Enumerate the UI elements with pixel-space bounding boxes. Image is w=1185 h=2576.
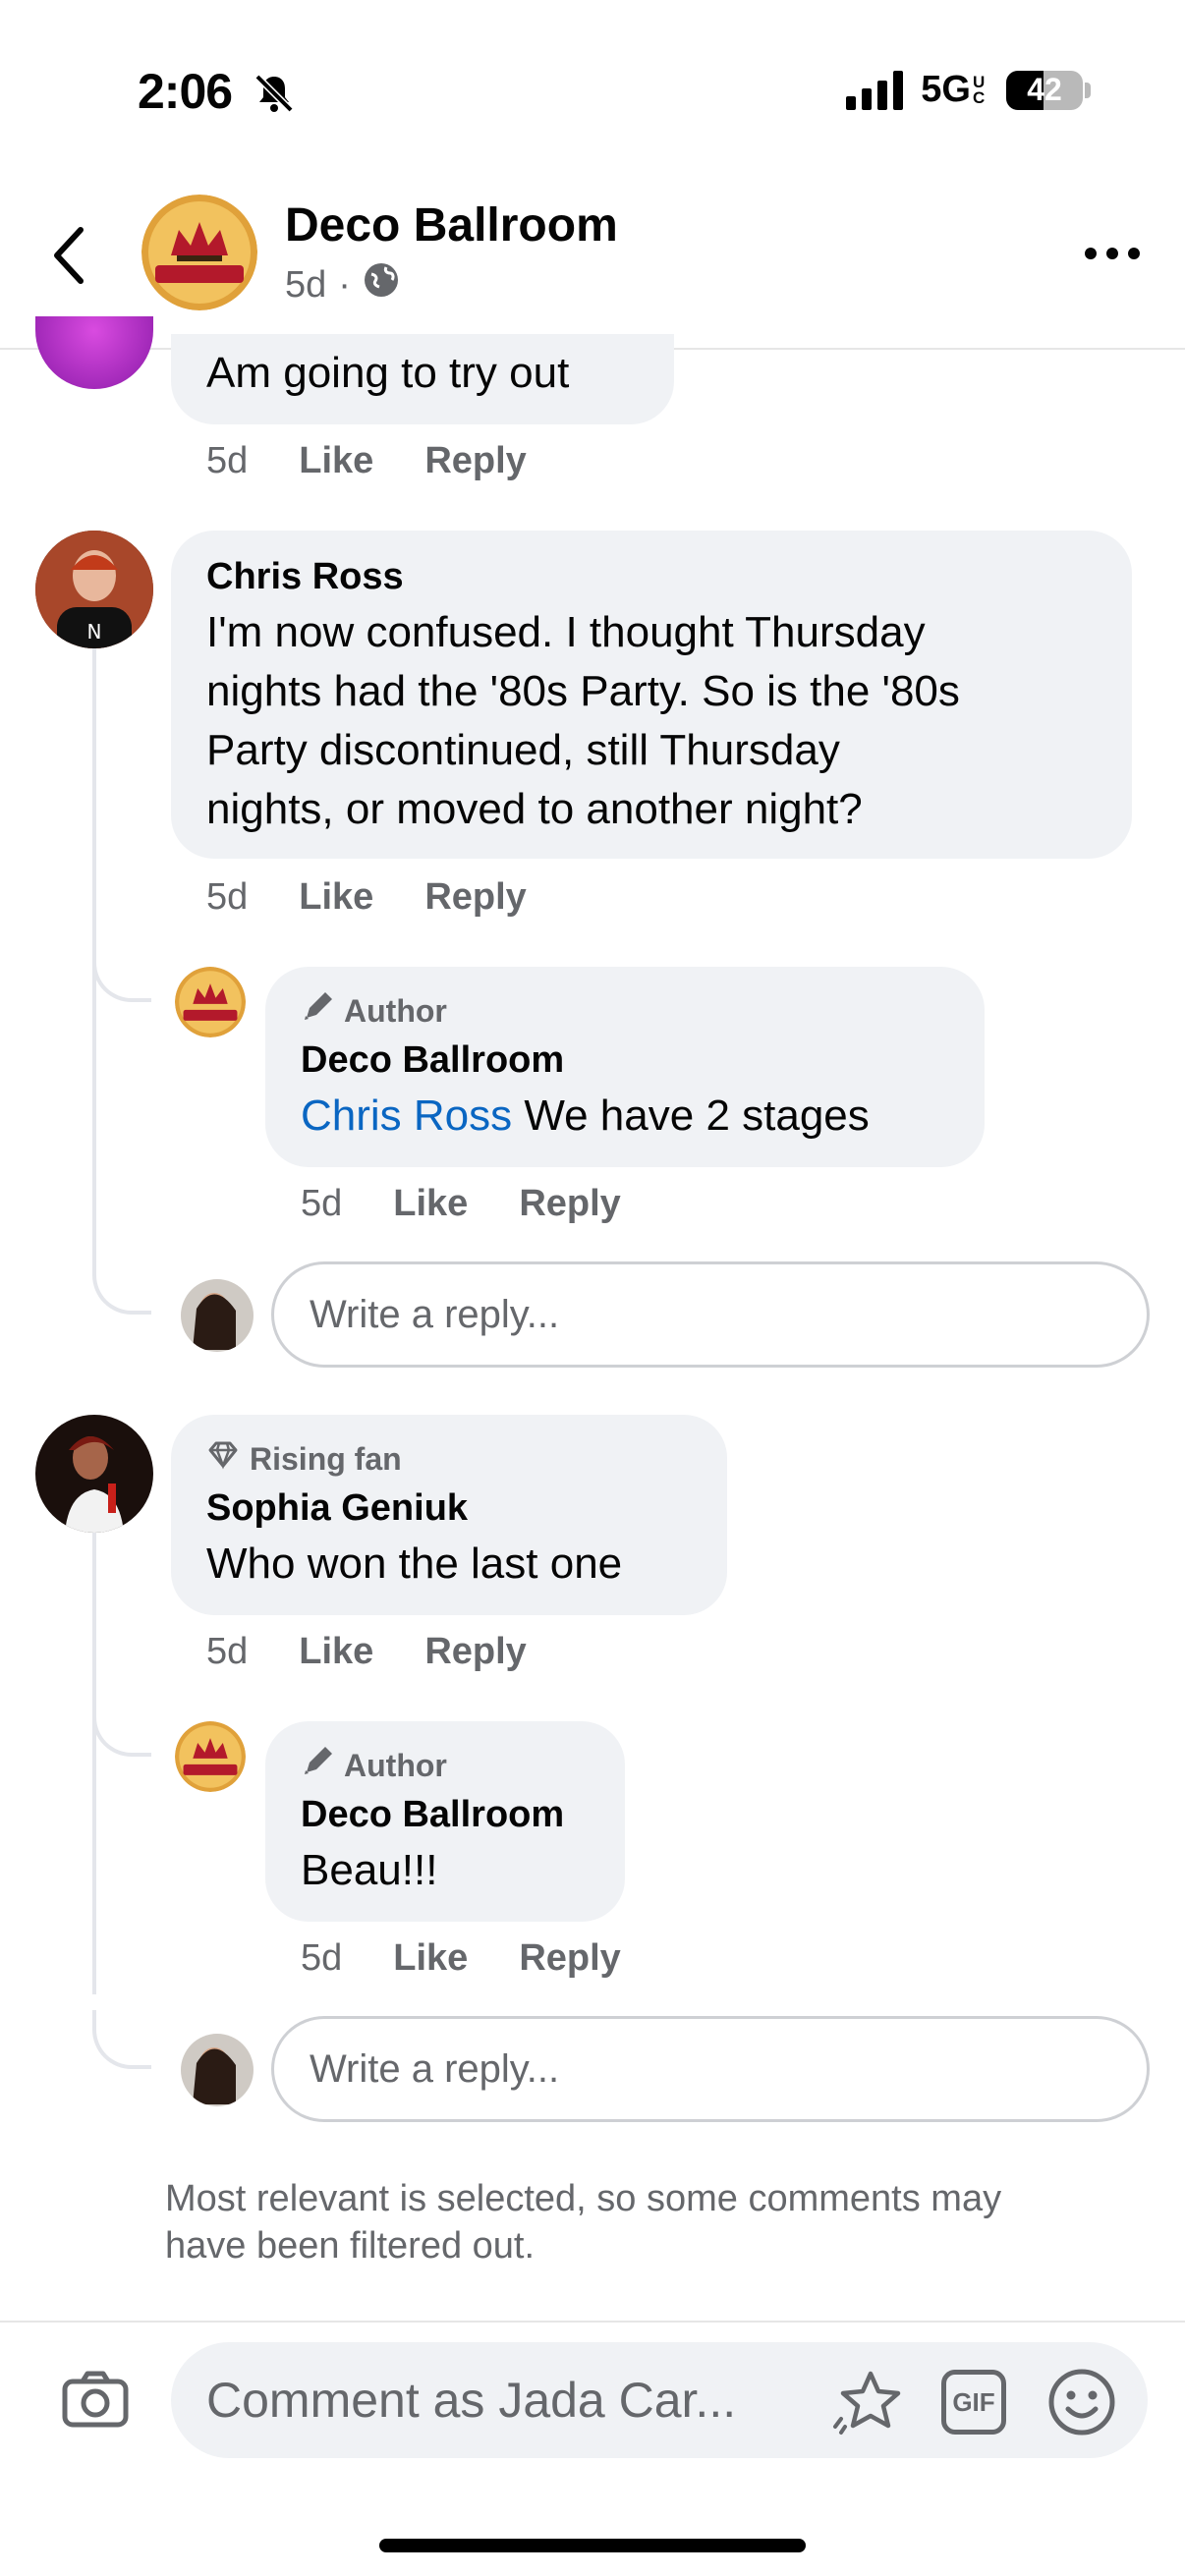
status-indicators: 5G UC 42: [846, 69, 1091, 111]
thread-connector: [92, 2010, 151, 2069]
battery-icon: 42: [1006, 70, 1083, 110]
signal-icon: [846, 70, 904, 110]
current-user-avatar: [181, 1279, 254, 1352]
reply-placeholder: Write a reply...: [310, 1292, 560, 1336]
silent-bell-icon: [252, 71, 297, 116]
commenter-avatar[interactable]: N: [35, 531, 153, 648]
filter-note: Most relevant is selected, so some comme…: [165, 2178, 1002, 2267]
commenter-avatar[interactable]: [35, 316, 153, 389]
globe-icon: [363, 261, 400, 308]
gif-icon[interactable]: GIF: [941, 2370, 1006, 2435]
comment-time: 5d: [206, 440, 249, 481]
comment-time: 5d: [206, 1631, 249, 1672]
pencil-icon: [301, 990, 334, 1032]
comment-text: Am going to try out: [206, 349, 570, 397]
current-user-avatar: [181, 2034, 254, 2106]
author-badge: Author: [301, 990, 447, 1032]
reply-button[interactable]: Reply: [519, 1937, 620, 1980]
reply-actions: 5d Like Reply: [301, 1183, 621, 1225]
battery-level: 42: [1027, 72, 1062, 107]
meta-separator: ·: [338, 263, 351, 306]
thread-line: [92, 992, 96, 1267]
gif-label: GIF: [952, 2386, 995, 2417]
reply-button[interactable]: Reply: [424, 876, 526, 919]
reply-author-name[interactable]: Deco Ballroom: [301, 1794, 564, 1836]
reply-actions: 5d Like Reply: [301, 1937, 621, 1980]
thread-connector: [92, 1698, 151, 1757]
reply-text: Beau!!!: [301, 1846, 438, 1894]
badge-label: Author: [344, 992, 447, 1029]
camera-icon[interactable]: [61, 2370, 130, 2429]
comment-actions: 5d Like Reply: [206, 876, 527, 919]
diamond-icon: [206, 1438, 240, 1480]
comment-text: Who won the last one: [206, 1540, 623, 1588]
comment-text-line: I'm now confused. I thought Thursday: [206, 608, 926, 656]
comment-text-line: nights had the '80s Party. So is the '80…: [206, 667, 960, 715]
back-icon[interactable]: [49, 224, 88, 287]
thread-connector: [92, 943, 151, 1002]
svg-text:N: N: [87, 620, 102, 644]
comment-text-line: Party discontinued, still Thursday: [206, 726, 840, 774]
author-badge: Author: [301, 1745, 447, 1786]
more-icon[interactable]: [1085, 248, 1140, 259]
commenter-name[interactable]: Chris Ross: [206, 556, 404, 598]
home-indicator: [379, 2539, 806, 2552]
reply-author-avatar[interactable]: [175, 967, 246, 1037]
comment-placeholder: Comment as Jada Car...: [206, 2373, 737, 2428]
network-label: 5G: [921, 69, 971, 110]
like-button[interactable]: Like: [393, 1937, 468, 1980]
status-time: 2:06: [138, 64, 233, 119]
like-button[interactable]: Like: [393, 1183, 468, 1225]
reply-placeholder: Write a reply...: [310, 2046, 560, 2091]
reply-time: 5d: [301, 1937, 343, 1979]
thread-connector: [92, 1256, 151, 1315]
thread-line: [92, 1533, 96, 1994]
like-button[interactable]: Like: [299, 1631, 373, 1673]
sticker-icon[interactable]: [831, 2368, 906, 2436]
reply-button[interactable]: Reply: [519, 1183, 620, 1225]
comment-time: 5d: [206, 876, 249, 918]
reply-time: 5d: [301, 1183, 343, 1224]
badge-label: Author: [344, 1747, 447, 1783]
reply-input[interactable]: Write a reply...: [271, 2016, 1150, 2122]
commenter-name[interactable]: Sophia Geniuk: [206, 1487, 468, 1530]
reply-body: We have 2 stages: [512, 1092, 870, 1140]
mention-link[interactable]: Chris Ross: [301, 1092, 512, 1140]
page-avatar[interactable]: [141, 195, 257, 310]
emoji-icon[interactable]: [1047, 2368, 1116, 2436]
reply-author-avatar[interactable]: [175, 1721, 246, 1792]
reply-author-name[interactable]: Deco Ballroom: [301, 1039, 564, 1082]
reply-button[interactable]: Reply: [424, 440, 526, 482]
reply-input[interactable]: Write a reply...: [271, 1261, 1150, 1368]
comment-text-line: nights, or moved to another night?: [206, 785, 863, 833]
commenter-avatar[interactable]: [35, 1415, 153, 1533]
reply-button[interactable]: Reply: [424, 1631, 526, 1673]
page-name[interactable]: Deco Ballroom: [285, 198, 618, 252]
badge-label: Rising fan: [250, 1440, 402, 1477]
pencil-icon: [301, 1745, 334, 1786]
reply-text: Chris Ross We have 2 stages: [301, 1087, 870, 1146]
post-time: 5d: [285, 263, 327, 306]
like-button[interactable]: Like: [299, 440, 373, 482]
comment-actions: 5d Like Reply: [206, 1631, 527, 1673]
post-meta: 5d ·: [285, 261, 400, 308]
rising-fan-badge: Rising fan: [206, 1438, 402, 1480]
comment-actions: 5d Like Reply: [206, 440, 527, 482]
comment-text: I'm now confused. I thought Thursday nig…: [206, 603, 960, 839]
like-button[interactable]: Like: [299, 876, 373, 919]
network-sub-label: UC: [973, 72, 986, 107]
